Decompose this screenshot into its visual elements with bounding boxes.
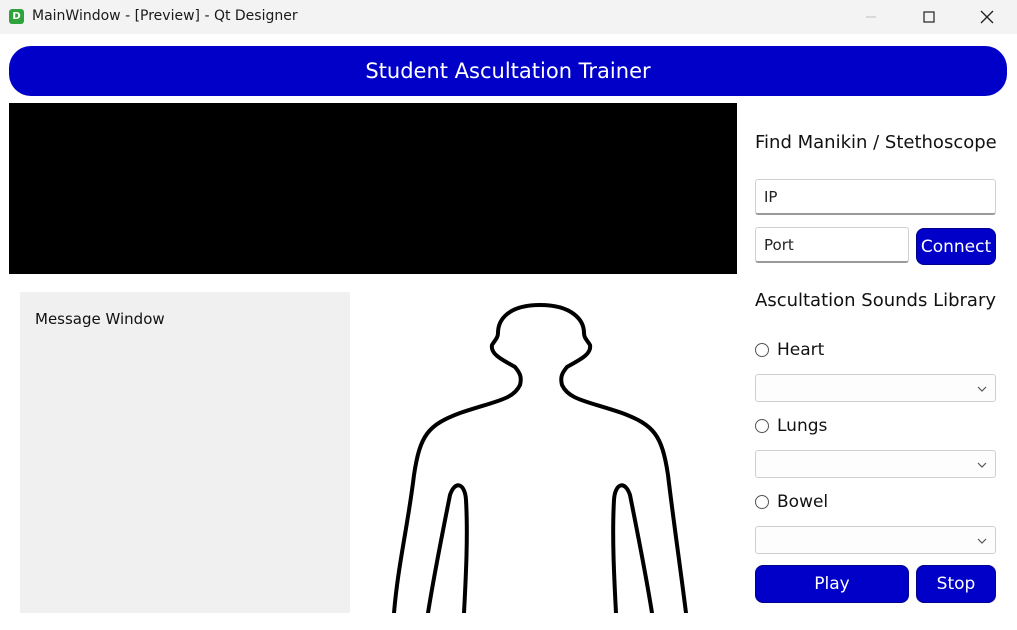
minimize-icon [866,16,876,18]
maximize-icon [923,11,935,23]
heart-radio-label: Heart [777,340,825,360]
bowel-sound-select[interactable] [755,526,996,554]
close-icon [980,10,994,24]
chevron-down-icon [977,538,987,544]
message-window: Message Window [20,292,350,613]
connect-button[interactable]: Connect [916,228,996,265]
close-button[interactable] [964,0,1010,34]
chevron-down-icon [977,462,987,468]
chevron-down-icon [977,386,987,392]
heart-radio-button[interactable] [755,343,769,357]
heart-radio-option[interactable]: Heart [755,339,824,361]
heart-sound-select[interactable] [755,374,996,402]
lungs-sound-select[interactable] [755,450,996,478]
body-outline[interactable] [380,295,705,613]
ip-input[interactable] [755,179,996,215]
lungs-radio-label: Lungs [777,416,828,436]
play-button[interactable]: Play [755,565,909,603]
message-window-label: Message Window [35,310,165,328]
stop-button[interactable]: Stop [916,565,996,603]
window-titlebar: D MainWindow - [Preview] - Qt Designer [0,0,1017,34]
app-header-banner: Student Ascultation Trainer [9,46,1007,96]
lungs-radio-option[interactable]: Lungs [755,415,827,437]
connection-section-title: Find Manikin / Stethoscope [755,132,997,153]
minimize-button[interactable] [848,0,894,34]
library-section-title: Ascultation Sounds Library [755,290,997,311]
bowel-radio-option[interactable]: Bowel [755,491,828,513]
window-title: MainWindow - [Preview] - Qt Designer [32,8,298,24]
port-input[interactable] [755,227,909,263]
lungs-radio-button[interactable] [755,419,769,433]
bowel-radio-label: Bowel [777,492,829,512]
video-display-panel [9,103,737,274]
app-header-title: Student Ascultation Trainer [365,59,651,83]
bowel-radio-button[interactable] [755,495,769,509]
maximize-button[interactable] [906,0,952,34]
app-icon: D [9,9,24,24]
